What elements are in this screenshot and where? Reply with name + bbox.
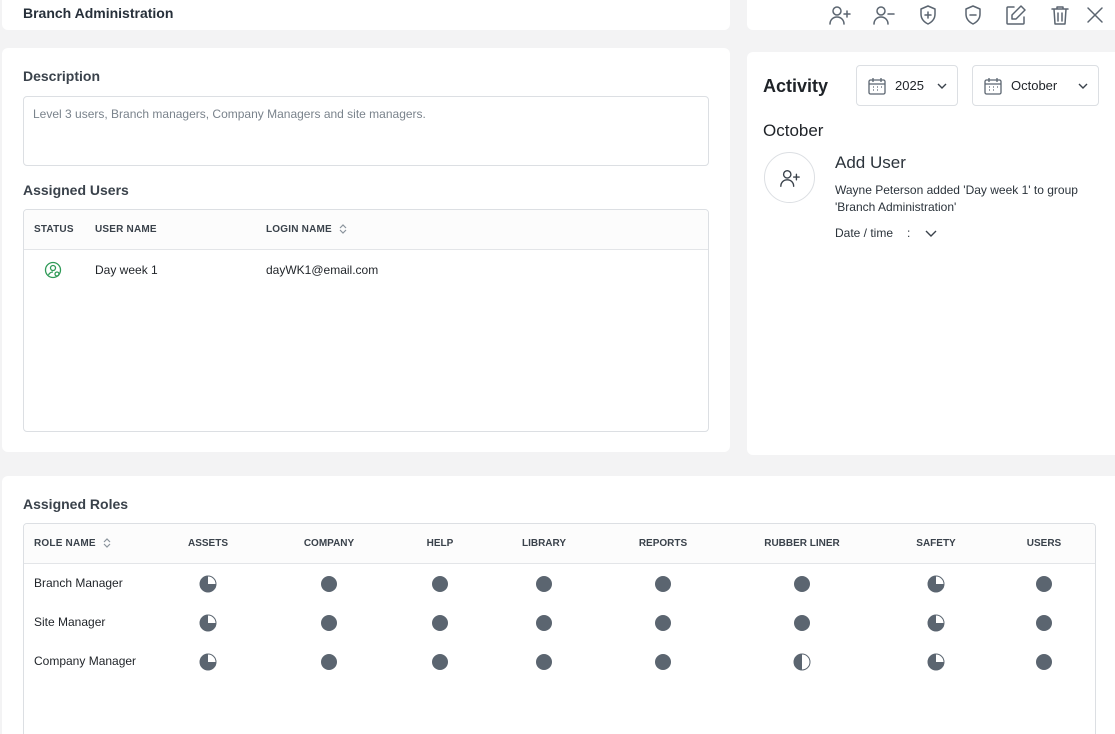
month-heading: October <box>763 121 824 140</box>
permission-level-icon[interactable] <box>320 614 338 632</box>
activity-title: Activity <box>763 76 829 96</box>
chevron-down-icon <box>1078 83 1088 89</box>
permission-level-icon[interactable] <box>431 614 449 632</box>
table-row[interactable]: Day week 1 dayWK1@email.com <box>24 250 708 290</box>
sort-icon <box>103 538 111 549</box>
role-name-cell: Company Manager <box>34 654 137 668</box>
permission-level-icon[interactable] <box>199 614 217 632</box>
permission-level-icon[interactable] <box>1035 614 1053 632</box>
trash-icon <box>1051 6 1069 25</box>
group-details-card: Description Level 3 users, Branch manage… <box>2 48 730 452</box>
calendar-icon <box>868 77 886 95</box>
column-login-name-label: LOGIN NAME <box>266 224 332 235</box>
column-rubber-liner: RUBBER LINER <box>764 538 840 549</box>
column-role-name[interactable]: ROLE NAME <box>34 538 111 549</box>
add-user-icon <box>829 6 851 25</box>
table-header: STATUS USER NAME LOGIN NAME <box>24 210 708 250</box>
chevron-down-icon <box>937 83 947 89</box>
calendar-icon <box>984 77 1002 95</box>
permission-level-icon[interactable] <box>431 575 449 593</box>
column-status: STATUS <box>34 224 74 235</box>
column-role-name-label: ROLE NAME <box>34 538 96 549</box>
sort-icon <box>339 224 347 235</box>
user-name-cell: Day week 1 <box>95 263 158 277</box>
permission-level-icon[interactable] <box>199 575 217 593</box>
header-card: Branch Administration <box>2 0 730 30</box>
event-avatar <box>764 152 815 203</box>
remove-user-button[interactable] <box>871 2 897 28</box>
permission-level-icon[interactable] <box>199 653 217 671</box>
close-icon <box>1087 7 1103 23</box>
permission-level-icon[interactable] <box>927 575 945 593</box>
permission-level-icon[interactable] <box>1035 653 1053 671</box>
permission-level-icon[interactable] <box>535 614 553 632</box>
description-field[interactable]: Level 3 users, Branch managers, Company … <box>23 96 709 166</box>
event-description: Wayne Peterson added 'Day week 1' to gro… <box>835 183 1078 214</box>
add-user-button[interactable] <box>827 2 853 28</box>
permission-level-icon[interactable] <box>654 614 672 632</box>
permission-level-icon[interactable] <box>793 575 811 593</box>
column-library: LIBRARY <box>521 538 567 549</box>
permission-level-icon[interactable] <box>535 575 553 593</box>
edit-button[interactable] <box>1003 2 1029 28</box>
permission-level-icon[interactable] <box>320 653 338 671</box>
year-value: 2025 <box>895 78 924 93</box>
table-row[interactable]: Company Manager <box>24 642 1095 681</box>
column-reports: REPORTS <box>638 538 688 549</box>
permission-level-icon[interactable] <box>431 653 449 671</box>
assigned-roles-table: ROLE NAME ASSETS COMPANY HELP LIBRARY REPORT… <box>23 523 1096 734</box>
permission-level-icon[interactable] <box>654 575 672 593</box>
column-company: COMPANY <box>303 538 355 549</box>
assigned-users-table: STATUS USER NAME LOGIN NAME Day week 1 d… <box>23 209 709 432</box>
event-date-separator: : <box>907 226 911 240</box>
year-select[interactable]: 2025 <box>856 65 958 106</box>
event-date-toggle[interactable]: Date / time : <box>835 226 938 240</box>
roles-body: Branch Manager Site Manager Company Manage… <box>24 564 1095 681</box>
permission-level-icon[interactable] <box>927 614 945 632</box>
table-row[interactable]: Branch Manager <box>24 564 1095 603</box>
table-header: ROLE NAME ASSETS COMPANY HELP LIBRARY REPORT… <box>24 524 1095 564</box>
remove-user-icon <box>873 6 895 25</box>
event-title: Add User <box>835 153 906 172</box>
month-value: October <box>1011 78 1058 93</box>
activity-panel: Activity 2025 October October Add User W… <box>747 52 1115 455</box>
permission-level-icon[interactable] <box>927 653 945 671</box>
role-name-cell: Branch Manager <box>34 576 123 590</box>
chevron-down-icon <box>925 230 937 237</box>
permission-level-icon[interactable] <box>320 575 338 593</box>
permission-level-icon[interactable] <box>793 653 811 671</box>
permission-level-icon[interactable] <box>1035 575 1053 593</box>
shield-minus-icon <box>965 5 981 25</box>
column-assets: ASSETS <box>187 538 229 549</box>
edit-icon <box>1006 5 1026 25</box>
event-date-label: Date / time <box>835 226 894 240</box>
shield-plus-icon <box>920 5 936 25</box>
add-user-icon <box>779 169 800 187</box>
toolbar <box>747 0 1115 30</box>
column-safety: SAFETY <box>916 538 956 549</box>
column-login-name[interactable]: LOGIN NAME <box>266 224 347 235</box>
permission-level-icon[interactable] <box>793 614 811 632</box>
role-name-cell: Site Manager <box>34 615 106 629</box>
column-user-name: USER NAME <box>95 224 157 235</box>
add-role-button[interactable] <box>915 2 941 28</box>
description-label: Description <box>23 68 101 84</box>
month-select[interactable]: October <box>972 65 1099 106</box>
table-row[interactable]: Site Manager <box>24 603 1095 642</box>
delete-button[interactable] <box>1047 2 1073 28</box>
column-users: USERS <box>1026 538 1062 549</box>
close-button[interactable] <box>1082 2 1108 28</box>
assigned-roles-label: Assigned Roles <box>23 496 129 512</box>
page-title: Branch Administration <box>23 5 174 21</box>
user-active-icon <box>44 261 62 284</box>
login-name-cell: dayWK1@email.com <box>266 263 379 277</box>
permission-level-icon[interactable] <box>654 653 672 671</box>
column-help: HELP <box>426 538 454 549</box>
assigned-roles-card: Assigned Roles ROLE NAME ASSETS COMPANY HE… <box>2 476 1115 734</box>
remove-role-button[interactable] <box>960 2 986 28</box>
permission-level-icon[interactable] <box>535 653 553 671</box>
assigned-users-label: Assigned Users <box>23 182 129 198</box>
